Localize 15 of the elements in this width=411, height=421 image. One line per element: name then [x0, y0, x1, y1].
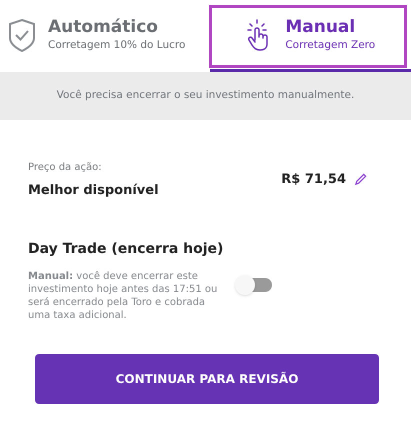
tab-subtitle: Corretagem Zero	[285, 38, 376, 52]
price-amount: R$ 71,54	[281, 171, 346, 189]
day-trade-description: Manual: você deve encerrar este investimento hoje antes das 17:51 ou será encerrado pela Toro e cobrada uma taxa adicional.	[28, 270, 218, 322]
price-label: Preço da ação:	[28, 161, 103, 175]
tab-subtitle: Corretagem 10% do Lucro	[48, 38, 186, 52]
day-trade-switch[interactable]	[238, 278, 272, 292]
day-trade-title: Day Trade (encerra hoje)	[28, 240, 224, 258]
shield-check-icon	[8, 18, 36, 52]
mode-tab[interactable]: Automático Corretagem 10% do Lucro	[0, 0, 210, 72]
price-type: Melhor disponível	[28, 182, 159, 200]
notice-text: Você precisa encerrar o seu investimento manualmente.	[56, 88, 354, 104]
continue-button[interactable]: CONTINUAR PARA REVISÃO	[35, 354, 379, 404]
tab-title: Manual	[285, 17, 356, 39]
pencil-icon[interactable]	[354, 173, 367, 186]
tab-title: Automático	[48, 17, 159, 39]
